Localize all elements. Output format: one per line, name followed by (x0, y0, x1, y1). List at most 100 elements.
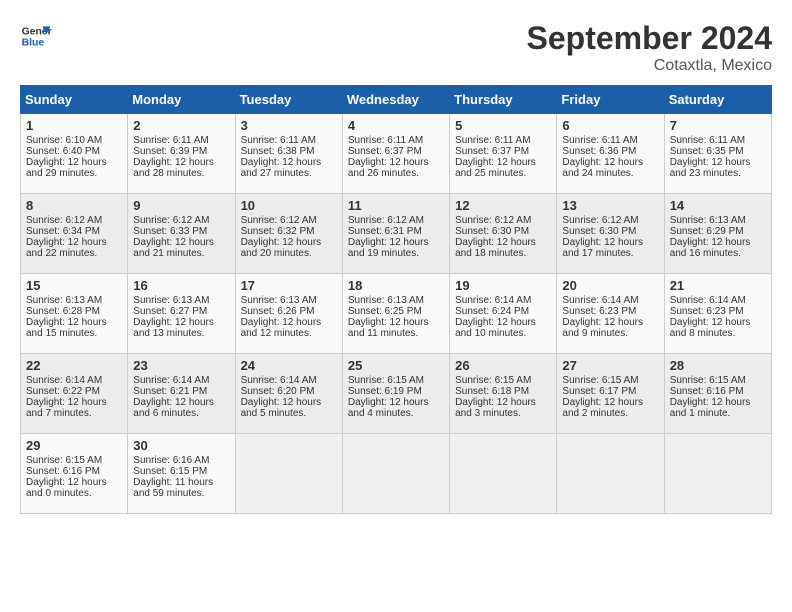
day-number: 16 (133, 278, 229, 293)
day-number: 28 (670, 358, 766, 373)
cell-content: Daylight: 12 hours (455, 237, 551, 248)
day-number: 7 (670, 118, 766, 133)
table-row: 1 Sunrise: 6:10 AMSunset: 6:40 PMDaylight… (21, 114, 128, 194)
cell-content: and 16 minutes. (670, 248, 766, 259)
cell-content: Sunrise: 6:13 AM (348, 295, 444, 306)
cell-content: Daylight: 12 hours (241, 397, 337, 408)
cell-content: Sunset: 6:17 PM (562, 386, 658, 397)
cell-content: Daylight: 12 hours (670, 397, 766, 408)
cell-content: Sunset: 6:26 PM (241, 306, 337, 317)
cell-content: Daylight: 12 hours (562, 317, 658, 328)
cell-content: Sunrise: 6:14 AM (26, 375, 122, 386)
table-row: 9Sunrise: 6:12 AMSunset: 6:33 PMDaylight… (128, 194, 235, 274)
cell-content: Sunset: 6:30 PM (562, 226, 658, 237)
cell-content: Sunrise: 6:15 AM (562, 375, 658, 386)
table-row: 19Sunrise: 6:14 AMSunset: 6:24 PMDayligh… (450, 274, 557, 354)
table-row: 22Sunrise: 6:14 AMSunset: 6:22 PMDayligh… (21, 354, 128, 434)
day-number: 8 (26, 198, 122, 213)
day-number: 21 (670, 278, 766, 293)
cell-content: Daylight: 12 hours (26, 157, 122, 168)
cell-content: Sunrise: 6:12 AM (562, 215, 658, 226)
cell-content: Sunset: 6:30 PM (455, 226, 551, 237)
cell-content: Sunrise: 6:14 AM (241, 375, 337, 386)
table-row (235, 434, 342, 514)
cell-content: Sunrise: 6:11 AM (455, 135, 551, 146)
day-number: 11 (348, 198, 444, 213)
cell-content: Daylight: 12 hours (241, 237, 337, 248)
cell-content: Sunset: 6:37 PM (348, 146, 444, 157)
table-row: 12Sunrise: 6:12 AMSunset: 6:30 PMDayligh… (450, 194, 557, 274)
cell-content: Daylight: 12 hours (670, 157, 766, 168)
cell-content: and 21 minutes. (133, 248, 229, 259)
table-row: 14Sunrise: 6:13 AMSunset: 6:29 PMDayligh… (664, 194, 771, 274)
cell-content: Sunset: 6:39 PM (133, 146, 229, 157)
day-number: 9 (133, 198, 229, 213)
cell-content: Sunset: 6:20 PM (241, 386, 337, 397)
table-row: 30Sunrise: 6:16 AMSunset: 6:15 PMDayligh… (128, 434, 235, 514)
day-number: 15 (26, 278, 122, 293)
cell-content: Sunrise: 6:10 AM (26, 135, 122, 146)
cell-content: Sunrise: 6:13 AM (241, 295, 337, 306)
cell-content: Sunrise: 6:12 AM (455, 215, 551, 226)
cell-content: and 4 minutes. (348, 408, 444, 419)
table-row: 5Sunrise: 6:11 AMSunset: 6:37 PMDaylight… (450, 114, 557, 194)
cell-content: Sunrise: 6:11 AM (133, 135, 229, 146)
day-number: 29 (26, 438, 122, 453)
cell-content: Daylight: 12 hours (241, 317, 337, 328)
cell-content: and 8 minutes. (670, 328, 766, 339)
cell-content: Sunrise: 6:12 AM (133, 215, 229, 226)
cell-content: and 24 minutes. (562, 168, 658, 179)
cell-content: Daylight: 12 hours (26, 477, 122, 488)
cell-content: Daylight: 12 hours (348, 157, 444, 168)
table-row: 29Sunrise: 6:15 AMSunset: 6:16 PMDayligh… (21, 434, 128, 514)
calendar-header-row: Sunday Monday Tuesday Wednesday Thursday… (21, 86, 772, 114)
cell-content: Daylight: 12 hours (241, 157, 337, 168)
cell-content: and 13 minutes. (133, 328, 229, 339)
day-number: 1 (26, 118, 122, 133)
calendar-week-row: 15Sunrise: 6:13 AMSunset: 6:28 PMDayligh… (21, 274, 772, 354)
day-number: 27 (562, 358, 658, 373)
cell-content: and 26 minutes. (348, 168, 444, 179)
table-row (557, 434, 664, 514)
table-row (342, 434, 449, 514)
day-number: 26 (455, 358, 551, 373)
cell-content: Daylight: 12 hours (348, 397, 444, 408)
table-row: 26Sunrise: 6:15 AMSunset: 6:18 PMDayligh… (450, 354, 557, 434)
table-row: 25Sunrise: 6:15 AMSunset: 6:19 PMDayligh… (342, 354, 449, 434)
col-thursday: Thursday (450, 86, 557, 114)
cell-content: Sunrise: 6:15 AM (348, 375, 444, 386)
cell-content: Sunset: 6:40 PM (26, 146, 122, 157)
calendar-table: Sunday Monday Tuesday Wednesday Thursday… (20, 85, 772, 514)
cell-content: and 20 minutes. (241, 248, 337, 259)
table-row: 4Sunrise: 6:11 AMSunset: 6:37 PMDaylight… (342, 114, 449, 194)
cell-content: Daylight: 11 hours (133, 477, 229, 488)
cell-content: Daylight: 12 hours (26, 397, 122, 408)
col-sunday: Sunday (21, 86, 128, 114)
table-row: 23Sunrise: 6:14 AMSunset: 6:21 PMDayligh… (128, 354, 235, 434)
table-row: 3Sunrise: 6:11 AMSunset: 6:38 PMDaylight… (235, 114, 342, 194)
cell-content: Sunrise: 6:12 AM (348, 215, 444, 226)
cell-content: Daylight: 12 hours (348, 237, 444, 248)
calendar-week-row: 22Sunrise: 6:14 AMSunset: 6:22 PMDayligh… (21, 354, 772, 434)
cell-content: and 5 minutes. (241, 408, 337, 419)
cell-content: Sunrise: 6:11 AM (348, 135, 444, 146)
table-row: 24Sunrise: 6:14 AMSunset: 6:20 PMDayligh… (235, 354, 342, 434)
svg-text:Blue: Blue (22, 38, 45, 49)
page-header: General Blue September 2024 Cotaxtla, Me… (20, 20, 772, 75)
month-title: September 2024 (527, 20, 772, 57)
table-row: 11Sunrise: 6:12 AMSunset: 6:31 PMDayligh… (342, 194, 449, 274)
cell-content: Sunset: 6:19 PM (348, 386, 444, 397)
table-row: 27Sunrise: 6:15 AMSunset: 6:17 PMDayligh… (557, 354, 664, 434)
calendar-week-row: 8Sunrise: 6:12 AMSunset: 6:34 PMDaylight… (21, 194, 772, 274)
table-row: 6Sunrise: 6:11 AMSunset: 6:36 PMDaylight… (557, 114, 664, 194)
col-tuesday: Tuesday (235, 86, 342, 114)
cell-content: Daylight: 12 hours (562, 237, 658, 248)
table-row (664, 434, 771, 514)
table-row: 21Sunrise: 6:14 AMSunset: 6:23 PMDayligh… (664, 274, 771, 354)
cell-content: and 0 minutes. (26, 488, 122, 499)
cell-content: Sunrise: 6:15 AM (26, 455, 122, 466)
cell-content: Sunrise: 6:15 AM (455, 375, 551, 386)
cell-content: Daylight: 12 hours (455, 397, 551, 408)
col-friday: Friday (557, 86, 664, 114)
col-monday: Monday (128, 86, 235, 114)
